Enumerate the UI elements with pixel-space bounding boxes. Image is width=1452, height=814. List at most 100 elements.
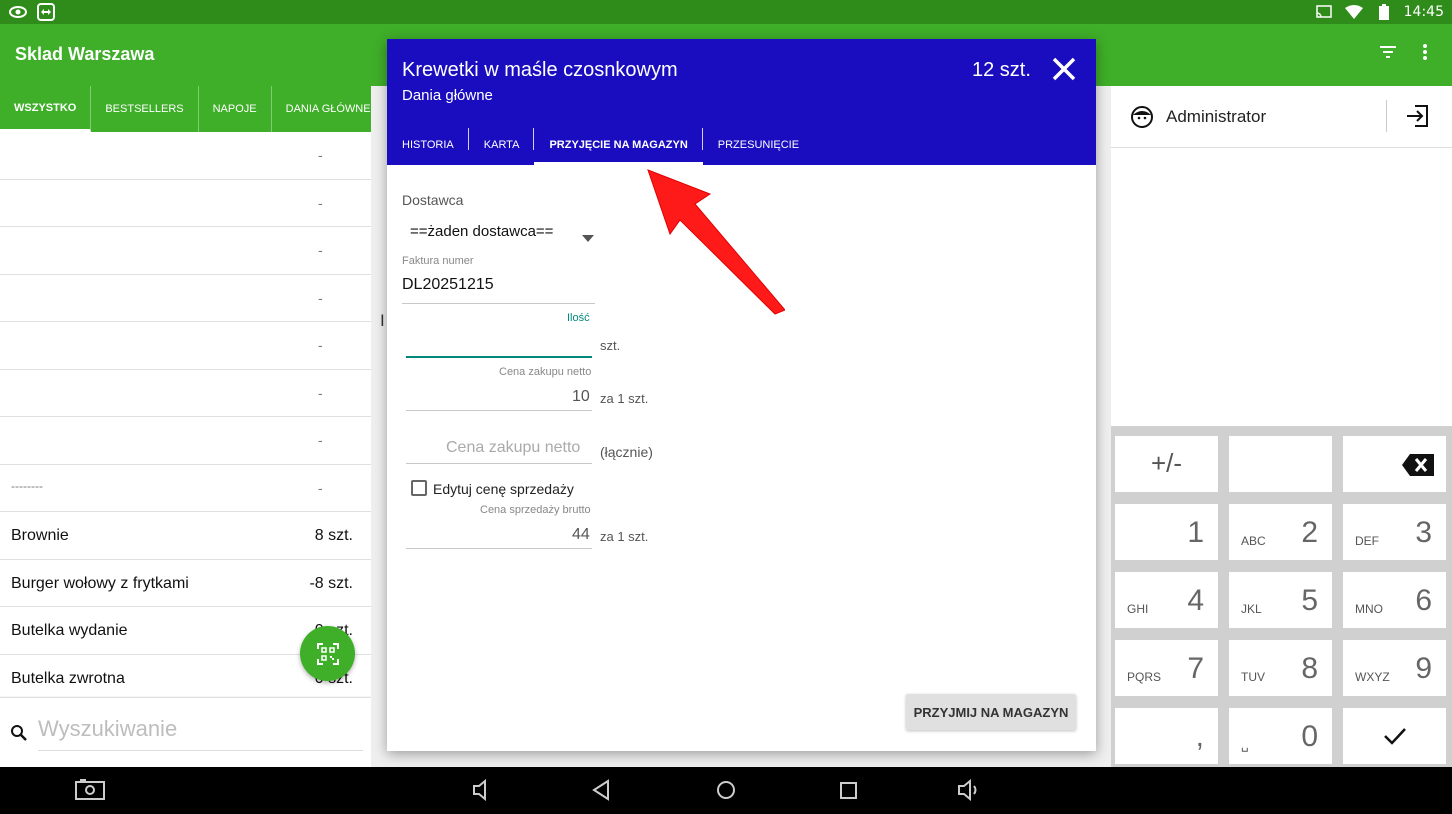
list-item[interactable]: - — [0, 370, 371, 417]
dialog-title: Krewetki w maśle czosnkowym — [402, 59, 678, 81]
system-nav-bar — [0, 767, 1452, 814]
tab-wszystko[interactable]: WSZYSTKO — [0, 86, 92, 132]
dialog-header: Krewetki w maśle czosnkowym Dania główne… — [387, 39, 1096, 165]
quantity-input[interactable] — [406, 325, 592, 357]
qr-scan-icon — [316, 642, 339, 665]
list-item[interactable]: - — [0, 180, 371, 227]
screen: 14:45 Sklad Warszawa WSZYSTKO BESTSELLER… — [0, 0, 1452, 814]
key-backspace[interactable] — [1343, 436, 1446, 492]
product-list: - - - - - - - -------- - Brownie 8 szt. … — [0, 132, 371, 696]
user-header: Administrator — [1111, 86, 1452, 148]
stock-count: 12 szt. — [972, 59, 1031, 81]
recents-icon[interactable] — [838, 778, 860, 806]
key-4[interactable]: GHI 4 — [1115, 572, 1218, 628]
logout-icon[interactable] — [1405, 103, 1431, 133]
check-icon — [1383, 726, 1407, 751]
receive-to-stock-button[interactable]: PRZYJMIJ NA MAGAZYN — [906, 694, 1076, 730]
eye-icon — [8, 2, 28, 22]
list-item[interactable]: Brownie 8 szt. — [0, 512, 371, 560]
tab-karta[interactable]: KARTA — [469, 125, 535, 165]
cast-icon — [1314, 2, 1334, 22]
supplier-select[interactable]: ==żaden dostawca== — [402, 217, 597, 247]
teamviewer-icon — [36, 2, 56, 22]
net-price-label: Cena zakupu netto — [499, 366, 592, 378]
backspace-icon — [1402, 454, 1434, 481]
invoice-underline — [402, 303, 595, 304]
filter-icon[interactable] — [1378, 42, 1398, 66]
net-total-underline — [406, 463, 592, 464]
back-icon[interactable] — [590, 778, 612, 806]
edit-price-label: Edytuj cenę sprzedaży — [433, 481, 574, 497]
search-underline — [38, 750, 363, 751]
list-item[interactable]: -------- - — [0, 465, 371, 512]
tab-bestsellers[interactable]: BESTSELLERS — [91, 86, 199, 132]
list-item[interactable]: - — [0, 322, 371, 370]
user-name: Administrator — [1166, 107, 1267, 126]
key-1[interactable]: 1 — [1115, 504, 1218, 560]
list-item[interactable]: - — [0, 417, 371, 465]
wifi-icon — [1344, 2, 1364, 22]
dialog-subtitle: Dania główne — [402, 87, 493, 104]
net-price-underline — [406, 410, 592, 411]
category-tabs: WSZYSTKO BESTSELLERS NAPOJE DANIA GŁÓWNE — [0, 86, 386, 132]
dialog-tabs: HISTORIA KARTA PRZYJĘCIE NA MAGAZYN PRZE… — [387, 125, 814, 165]
key-5[interactable]: JKL 5 — [1229, 572, 1332, 628]
tab-dania-glowne[interactable]: DANIA GŁÓWNE — [272, 86, 386, 132]
tab-przesuniecie[interactable]: PRZESUNIĘCIE — [703, 125, 814, 165]
edit-price-checkbox[interactable] — [411, 480, 427, 496]
key-empty[interactable] — [1229, 436, 1332, 492]
key-3[interactable]: DEF 3 — [1343, 504, 1446, 560]
key-7[interactable]: PQRS 7 — [1115, 640, 1218, 696]
volume-down-icon[interactable] — [470, 778, 494, 806]
tab-historia[interactable]: HISTORIA — [387, 125, 469, 165]
key-plus-minus[interactable]: +/- — [1115, 436, 1218, 492]
close-icon[interactable] — [1050, 55, 1078, 87]
tab-napoje[interactable]: NAPOJE — [199, 86, 272, 132]
invoice-label: Faktura numer — [402, 255, 474, 267]
right-panel: Administrator +/- 1 ABC 2 DEF 3 GHI 4 JKL 5 … — [1111, 86, 1452, 767]
key-6[interactable]: MNO 6 — [1343, 572, 1446, 628]
gross-price-underline — [406, 548, 592, 549]
quantity-label: Ilość — [567, 312, 590, 324]
screenshot-icon[interactable] — [75, 778, 105, 804]
volume-up-icon[interactable] — [955, 778, 983, 806]
dropdown-arrow-icon — [582, 229, 594, 247]
net-price-unit: za 1 szt. — [600, 391, 649, 406]
status-bar: 14:45 — [0, 0, 1452, 24]
key-0[interactable]: ␣ 0 — [1229, 708, 1332, 764]
key-confirm[interactable] — [1343, 708, 1446, 764]
list-item[interactable]: - — [0, 132, 371, 180]
list-item[interactable]: - — [0, 275, 371, 322]
key-2[interactable]: ABC 2 — [1229, 504, 1332, 560]
user-face-icon — [1130, 105, 1154, 133]
net-total-input[interactable]: Cena zakupu netto — [446, 439, 580, 457]
key-8[interactable]: TUV 8 — [1229, 640, 1332, 696]
divider — [1386, 100, 1387, 132]
red-arrow-annotation — [647, 169, 785, 315]
quantity-underline — [406, 356, 592, 358]
detail-text-fragment: I — [380, 311, 385, 330]
search-input[interactable]: Wyszukiwanie — [38, 716, 177, 742]
app-title: Sklad Warszawa — [15, 44, 155, 64]
scan-qr-button[interactable] — [300, 626, 355, 681]
home-icon[interactable] — [714, 778, 738, 806]
supplier-label: Dostawca — [402, 192, 464, 208]
gross-price-unit: za 1 szt. — [600, 529, 649, 544]
key-9[interactable]: WXYZ 9 — [1343, 640, 1446, 696]
gross-price-label: Cena sprzedaży brutto — [480, 504, 591, 516]
tab-przyjecie-na-magazyn[interactable]: PRZYJĘCIE NA MAGAZYN — [534, 125, 704, 165]
quantity-unit: szt. — [600, 338, 621, 353]
gross-price-input[interactable]: 44 — [572, 526, 590, 544]
invoice-input[interactable]: DL20251215 — [402, 276, 494, 294]
search-icon — [10, 724, 28, 746]
status-time: 14:45 — [1403, 4, 1444, 20]
numeric-keypad: +/- 1 ABC 2 DEF 3 GHI 4 JKL 5 MNO 6 PQRS 7 TUV… — [1111, 426, 1452, 767]
battery-icon — [1374, 2, 1394, 22]
more-vert-icon[interactable] — [1420, 42, 1430, 66]
list-item[interactable]: - — [0, 227, 371, 275]
net-total-unit: (łącznie) — [600, 444, 653, 460]
key-comma[interactable]: , — [1115, 708, 1218, 764]
net-price-input[interactable]: 10 — [572, 388, 590, 406]
list-item[interactable]: Burger wołowy z frytkami -8 szt. — [0, 560, 371, 607]
search-bar[interactable]: Wyszukiwanie — [0, 697, 371, 767]
